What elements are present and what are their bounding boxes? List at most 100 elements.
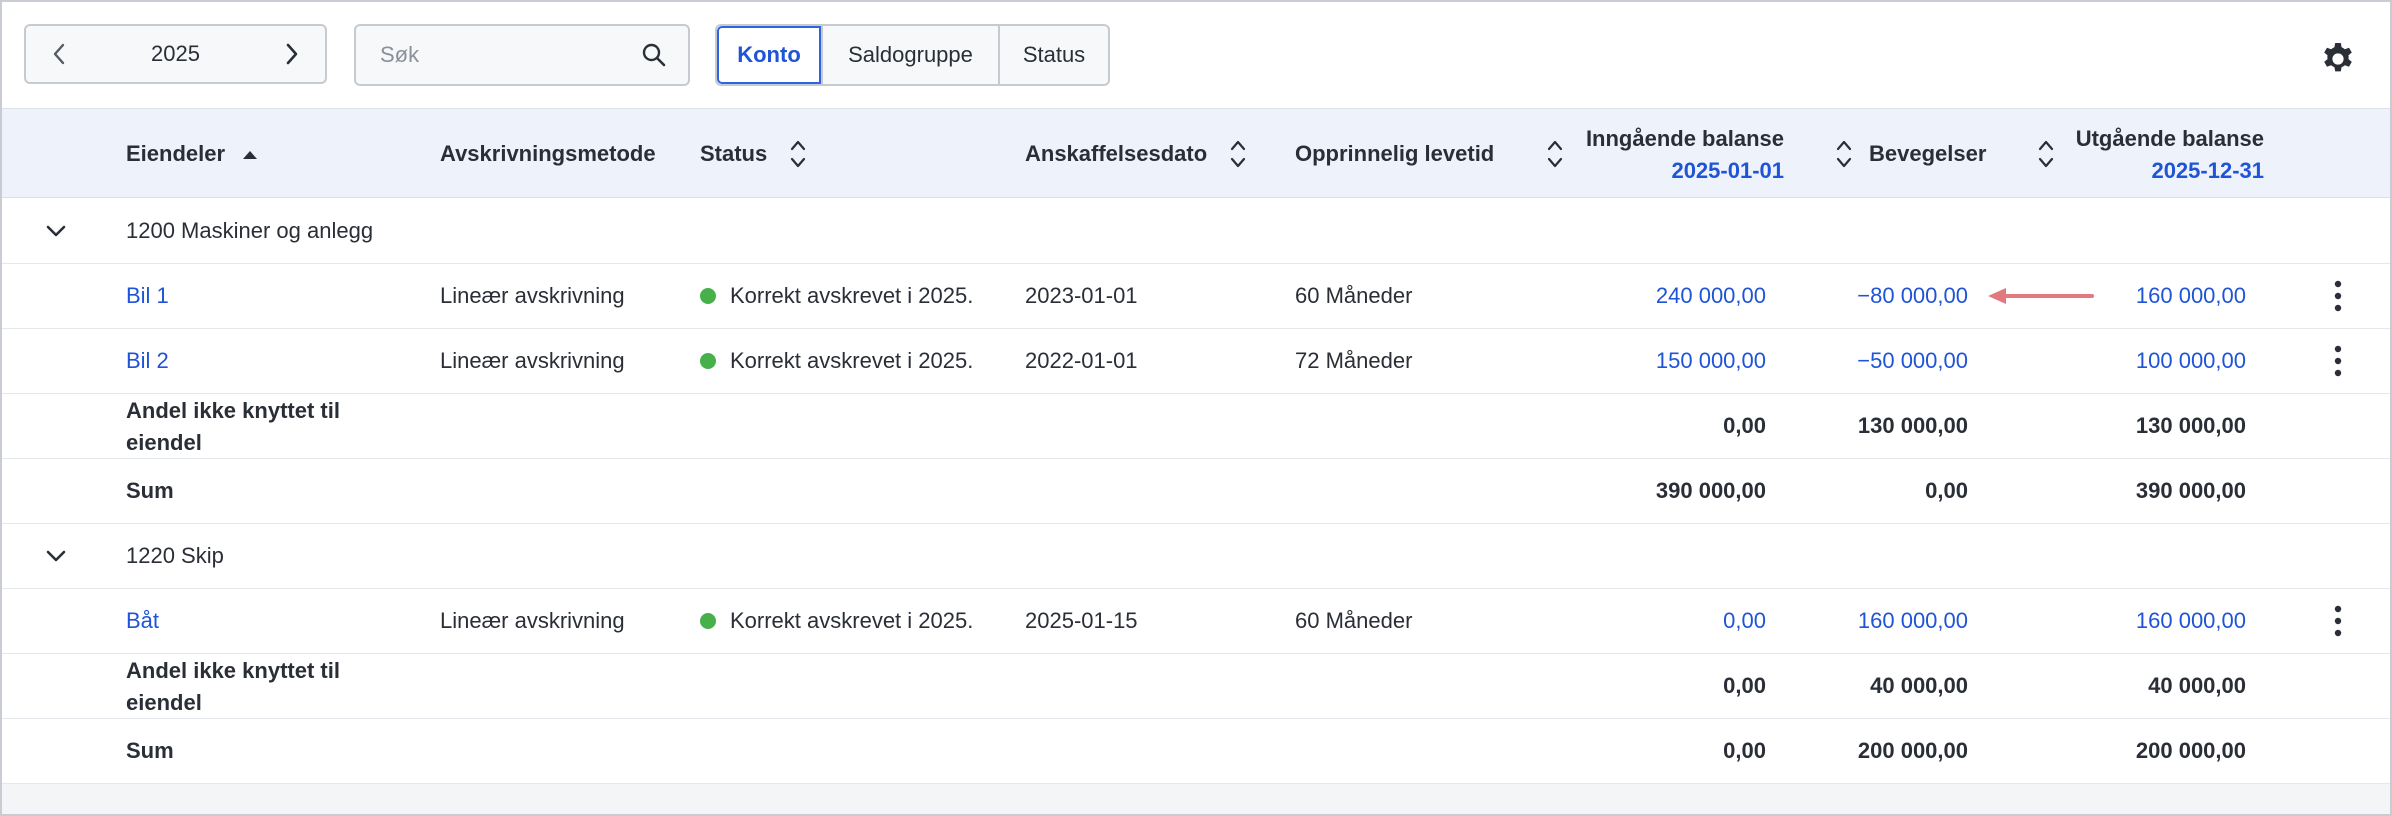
- sort-icon[interactable]: [2036, 137, 2056, 171]
- lifetime-cell: 60 Måneder: [1295, 283, 1413, 308]
- next-year-button[interactable]: [273, 35, 311, 73]
- closing-cell: 40 000,00: [2148, 673, 2246, 698]
- opening-cell[interactable]: 0,00: [1723, 608, 1766, 634]
- method-cell: Lineær avskrivning: [440, 608, 625, 633]
- unassigned-row: Andel ikke knyttet til eiendel 0,00 40 0…: [2, 654, 2390, 719]
- closing-cell[interactable]: 100 000,00: [2136, 348, 2246, 374]
- chevron-down-icon[interactable]: [42, 542, 70, 570]
- movements-cell: 0,00: [1925, 478, 1968, 503]
- unassigned-label: Andel ikke knyttet til eiendel: [126, 398, 340, 455]
- opening-cell: 390 000,00: [1655, 478, 1766, 503]
- asset-name-link[interactable]: Bil 2: [126, 348, 169, 374]
- asset-name-link[interactable]: Bil 1: [126, 283, 169, 309]
- table-row: Båt Lineær avskrivning Korrekt avskrevet…: [2, 589, 2390, 654]
- status-cell: Korrekt avskrevet i 2025.: [730, 608, 974, 633]
- year-value: 2025: [151, 41, 200, 66]
- movements-cell: 40 000,00: [1870, 673, 1968, 698]
- sort-ascending-icon: [243, 151, 258, 160]
- status-cell: Korrekt avskrevet i 2025.: [730, 283, 974, 308]
- tab-saldogruppe[interactable]: Saldogruppe: [821, 26, 998, 84]
- movements-cell[interactable]: −50 000,00: [1857, 348, 1968, 374]
- group-row[interactable]: 1200 Maskiner og anlegg: [2, 198, 2390, 264]
- opening-cell[interactable]: 240 000,00: [1656, 283, 1766, 309]
- sort-icon[interactable]: [1545, 137, 1565, 171]
- previous-year-button[interactable]: [40, 35, 78, 73]
- group-title: 1220 Skip: [126, 543, 224, 568]
- lifetime-cell: 60 Måneder: [1295, 608, 1413, 633]
- lifetime-cell: 72 Måneder: [1295, 348, 1413, 373]
- sum-label: Sum: [126, 738, 174, 763]
- method-cell: Lineær avskrivning: [440, 283, 625, 308]
- acquired-cell: 2025-01-15: [1025, 608, 1138, 633]
- closing-cell: 130 000,00: [2135, 413, 2246, 438]
- closing-cell[interactable]: 160 000,00: [2136, 608, 2246, 634]
- tab-konto[interactable]: Konto: [717, 26, 821, 84]
- sum-label: Sum: [126, 478, 174, 503]
- tab-status[interactable]: Status: [998, 26, 1108, 84]
- chevron-right-icon: [286, 43, 298, 65]
- search-icon: [642, 43, 666, 67]
- group-row[interactable]: 1220 Skip: [2, 524, 2390, 589]
- movements-cell[interactable]: 160 000,00: [1858, 608, 1968, 634]
- column-label: Eiendeler: [126, 141, 226, 166]
- kebab-menu-icon[interactable]: [2326, 344, 2350, 378]
- table-header: Eiendeler Avskrivningsmetode Status Ansk…: [2, 108, 2390, 198]
- table-row: Bil 2 Lineær avskrivning Korrekt avskrev…: [2, 329, 2390, 394]
- column-header-closing[interactable]: Utgående balanse 2025-12-31: [2076, 123, 2264, 187]
- asset-name-link[interactable]: Båt: [126, 608, 159, 634]
- movements-cell: 130 000,00: [1857, 413, 1968, 438]
- column-header-status[interactable]: Status: [700, 141, 767, 167]
- arrow-left-icon: [1988, 288, 2094, 304]
- method-cell: Lineær avskrivning: [440, 348, 625, 373]
- status-dot: [700, 613, 716, 629]
- closing-date: 2025-12-31: [2151, 158, 2264, 183]
- chevron-down-icon[interactable]: [42, 217, 70, 245]
- toolbar: 2025 Konto Saldogruppe Status: [2, 2, 2390, 108]
- column-header-movements[interactable]: Bevegelser: [1869, 141, 1986, 167]
- opening-cell: 0,00: [1723, 673, 1766, 698]
- status-dot: [700, 353, 716, 369]
- sum-row: Sum 390 000,00 0,00 390 000,00: [2, 459, 2390, 524]
- movements-cell: 200 000,00: [1857, 738, 1968, 763]
- column-header-opening[interactable]: Inngående balanse 2025-01-01: [1586, 123, 1784, 187]
- gear-icon: [2324, 43, 2352, 72]
- sum-row: Sum 0,00 200 000,00 200 000,00: [2, 719, 2390, 784]
- acquired-cell: 2023-01-01: [1025, 283, 1138, 308]
- column-header-acquired[interactable]: Anskaffelsesdato: [1025, 141, 1207, 167]
- column-label: Status: [700, 141, 768, 166]
- unassigned-label: Andel ikke knyttet til eiendel: [126, 658, 340, 715]
- opening-cell[interactable]: 150 000,00: [1656, 348, 1766, 374]
- opening-cell: 0,00: [1723, 413, 1766, 438]
- table-footer: [2, 784, 2390, 814]
- opening-date: 2025-01-01: [1671, 158, 1784, 183]
- search-box: [354, 24, 690, 86]
- year-picker: 2025: [24, 24, 327, 84]
- column-header-method: Avskrivningsmetode: [440, 141, 656, 166]
- unassigned-row: Andel ikke knyttet til eiendel 0,00 130 …: [2, 394, 2390, 459]
- sort-icon[interactable]: [788, 137, 808, 171]
- column-label: Inngående balanse: [1585, 126, 1784, 151]
- column-header-lifetime: Opprinnelig levetid: [1295, 141, 1495, 166]
- settings-button[interactable]: [2320, 40, 2356, 76]
- opening-cell: 0,00: [1723, 738, 1766, 763]
- sort-icon[interactable]: [1228, 137, 1248, 171]
- chevron-left-icon: [53, 43, 65, 65]
- sort-icon[interactable]: [1834, 137, 1854, 171]
- kebab-menu-icon[interactable]: [2326, 604, 2350, 638]
- table-row: Bil 1 Lineær avskrivning Korrekt avskrev…: [2, 264, 2390, 329]
- status-dot: [700, 288, 716, 304]
- closing-cell[interactable]: 160 000,00: [2136, 283, 2246, 309]
- acquired-cell: 2022-01-01: [1025, 348, 1138, 373]
- kebab-menu-icon[interactable]: [2326, 279, 2350, 313]
- status-cell: Korrekt avskrevet i 2025.: [730, 348, 974, 373]
- asset-register-window: 2025 Konto Saldogruppe Status: [0, 0, 2392, 816]
- closing-cell: 390 000,00: [2135, 478, 2246, 503]
- column-header-assets[interactable]: Eiendeler: [126, 141, 259, 167]
- movements-cell[interactable]: −80 000,00: [1857, 283, 1968, 309]
- search-button[interactable]: [638, 39, 670, 71]
- search-input[interactable]: [356, 26, 626, 84]
- grouping-tabs: Konto Saldogruppe Status: [715, 24, 1110, 86]
- column-label: Utgående balanse: [2075, 126, 2264, 151]
- group-title: 1200 Maskiner og anlegg: [126, 218, 374, 243]
- closing-cell: 200 000,00: [2135, 738, 2246, 763]
